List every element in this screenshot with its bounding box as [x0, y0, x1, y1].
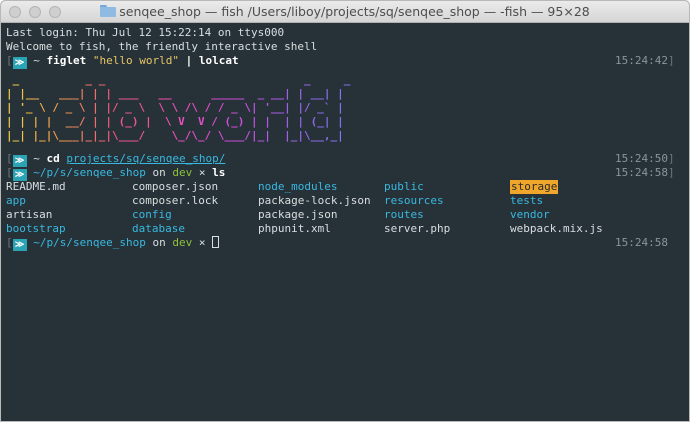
ls-entry: routes: [384, 208, 424, 221]
window-title-text: senqee_shop — fish /Users/liboy/projects…: [119, 4, 590, 19]
ls-entry: package.json: [258, 208, 338, 221]
ls-entry: config: [132, 208, 172, 221]
folder-icon: [100, 5, 117, 17]
ls-entry: phpunit.xml: [258, 222, 331, 235]
figlet-line: | |__ ___| | | ___ __ _____ _ __| | __| …: [6, 87, 357, 101]
figlet-line: | | | | __/ | | (_) | \ V V / (_) | | | …: [6, 115, 357, 129]
figlet-line: _ _ _ _ _: [6, 73, 357, 86]
ls-entry: storage: [510, 180, 559, 194]
prompt-line-current[interactable]: [≫ ~/p/s/senqee_shop on dev ×: [6, 236, 220, 251]
ls-entry: README.md: [6, 180, 66, 193]
terminal-output[interactable]: Last login: Thu Jul 12 15:22:14 on ttys0…: [1, 24, 677, 421]
ls-entry: node_modules: [258, 180, 338, 193]
ls-entry: tests: [510, 194, 544, 207]
ls-entry: resources: [384, 194, 444, 207]
title-bar[interactable]: senqee_shop — fish /Users/liboy/projects…: [1, 1, 689, 23]
timestamp: 15:24:58: [615, 236, 668, 249]
git-branch: dev: [172, 236, 193, 249]
welcome-line: Welcome to fish, the friendly interactiv…: [6, 40, 318, 53]
figlet-art: _ _ _ _ _ | |__ ___| | | ___ __ _____ _ …: [6, 73, 357, 143]
ls-entry: composer.json: [132, 180, 219, 193]
prompt-line-cd: [≫ ~ cd projects/sq/senqee_shop/: [6, 152, 226, 167]
path-link[interactable]: projects/sq/senqee_shop/: [66, 152, 225, 165]
ls-entry: bootstrap: [6, 222, 66, 235]
ls-entry: server.php: [384, 222, 451, 235]
prompt-line-ls: [≫ ~/p/s/senqee_shop on dev × ls: [6, 166, 226, 181]
figlet-line: |_| |_|\___|_|_|\___/ \_/\_/ \___/|_| |_…: [6, 129, 357, 143]
terminal-window: senqee_shop — fish /Users/liboy/projects…: [0, 0, 690, 422]
ls-entry: database: [132, 222, 185, 235]
ls-entry: artisan: [6, 208, 53, 221]
prompt-line-figlet: [≫ ~ figlet "hello world" | lolcat: [6, 54, 239, 69]
prompt-icon: ≫: [12, 239, 27, 251]
ls-entry: composer.lock: [132, 194, 219, 207]
timestamp: 15:24:50]: [615, 152, 675, 165]
timestamp: 15:24:42]: [615, 54, 675, 67]
figlet-line: | '_ \ / _ \ | |/ _ \ \ \ /\ / / _ \| '_…: [6, 101, 357, 115]
git-branch: dev: [172, 166, 193, 179]
scrollbar[interactable]: [677, 24, 689, 421]
timestamp: 15:24:58]: [615, 166, 675, 179]
ls-entry: webpack.mix.js: [510, 222, 603, 235]
ls-entry: public: [384, 180, 424, 193]
window-title: senqee_shop — fish /Users/liboy/projects…: [1, 1, 689, 23]
login-line: Last login: Thu Jul 12 15:22:14 on ttys0…: [6, 26, 285, 39]
prompt-icon: ≫: [12, 57, 27, 69]
ls-entry: vendor: [510, 208, 550, 221]
text-cursor[interactable]: [212, 236, 220, 248]
ls-entry: package-lock.json: [258, 194, 371, 207]
ls-entry: app: [6, 194, 26, 207]
